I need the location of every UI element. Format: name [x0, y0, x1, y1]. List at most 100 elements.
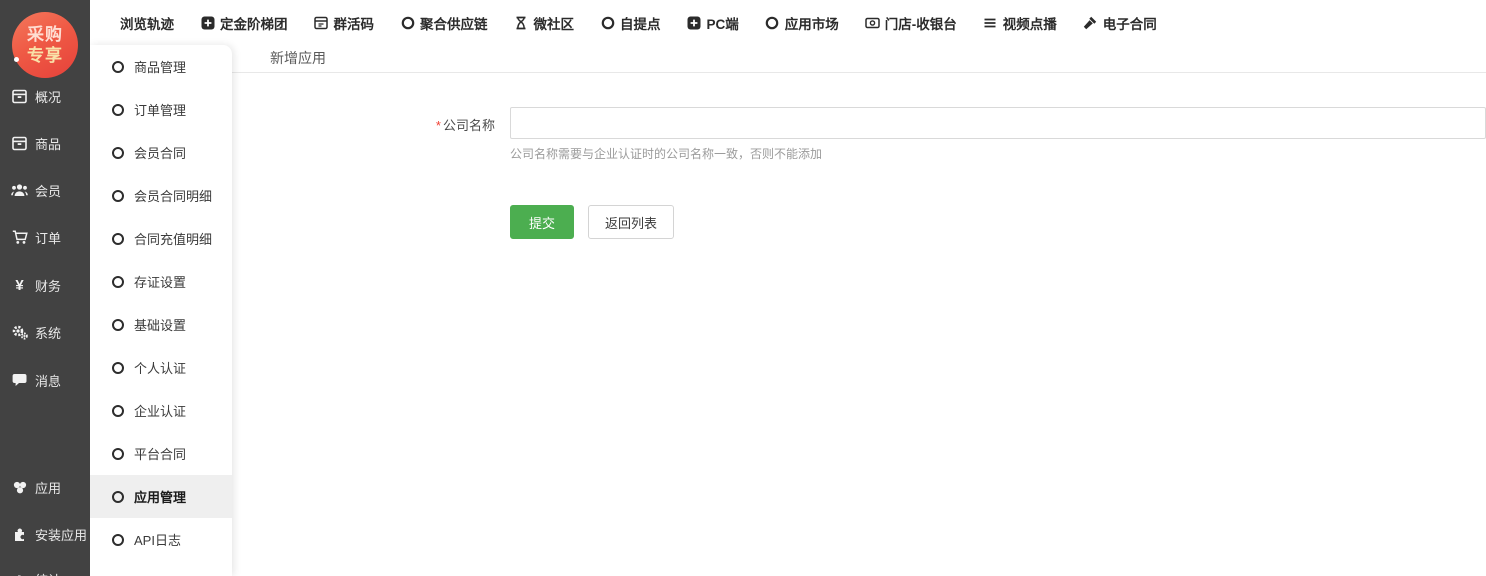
nav-item-label: 应用市场 — [785, 13, 839, 33]
logo-text-line1: 采购 — [27, 24, 63, 45]
radio-circle-icon — [112, 147, 124, 159]
nav-item-label: 视频点播 — [1003, 13, 1057, 33]
submenu-item-label: 订单管理 — [134, 100, 186, 119]
form-actions: 提交 返回列表 — [510, 205, 1486, 239]
submenu-item-api-log[interactable]: API日志 — [90, 518, 232, 561]
main-content: 新增应用 *公司名称 公司名称需要与企业认证时的公司名称一致，否则不能添加 提交… — [232, 45, 1486, 576]
sidebar-item-label: 应用 — [35, 478, 61, 497]
sidebar-item-messages[interactable]: 消息 — [0, 369, 90, 391]
company-name-label: *公司名称 — [232, 107, 495, 162]
sidebar-item-label: 商品 — [35, 134, 61, 153]
submenu-item-basic-settings[interactable]: 基础设置 — [90, 303, 232, 346]
nav-item-label: 自提点 — [620, 13, 661, 33]
submit-button[interactable]: 提交 — [510, 205, 574, 239]
nav-item-store-cashier[interactable]: 门店-收银台 — [865, 13, 957, 33]
submenu-item-personal-auth[interactable]: 个人认证 — [90, 346, 232, 389]
nav-item-micro-community[interactable]: 微社区 — [514, 13, 575, 33]
gavel-icon — [1083, 16, 1098, 30]
radio-circle-icon — [112, 61, 124, 73]
sidebar-item-label: 安装应用 — [35, 525, 87, 544]
nav-item-label: PC端 — [707, 13, 739, 33]
radio-circle-icon — [112, 319, 124, 331]
nav-item-app-market[interactable]: 应用市场 — [765, 13, 839, 33]
submenu-item-label: 会员合同 — [134, 143, 186, 162]
nav-item-video-on-demand[interactable]: 视频点播 — [983, 13, 1057, 33]
nav-item-pickup-point[interactable]: 自提点 — [600, 13, 661, 33]
required-asterisk: * — [436, 118, 441, 133]
submenu-item-label: 商品管理 — [134, 57, 186, 76]
box-icon — [11, 88, 28, 104]
puzzle-icon — [11, 526, 28, 542]
nav-item-label: 定金阶梯团 — [220, 13, 288, 33]
nav-item-label: 门店-收银台 — [885, 13, 957, 33]
window-icon — [314, 16, 329, 30]
nav-item-group-qr[interactable]: 群活码 — [314, 13, 375, 33]
sidebar-item-label: 会员 — [35, 181, 61, 200]
sidebar-item-statistics[interactable]: 统计 — [0, 568, 90, 576]
submenu-item-label: 个人认证 — [134, 358, 186, 377]
radio-circle-icon — [112, 233, 124, 245]
nav-item-label: 聚合供应链 — [420, 13, 488, 33]
submenu-item-member-contract-detail[interactable]: 会员合同明细 — [90, 174, 232, 217]
company-name-input[interactable] — [510, 107, 1486, 139]
circle-icon — [400, 16, 415, 30]
nav-item-deposit-ladder-group[interactable]: 定金阶梯团 — [200, 13, 288, 33]
cart-icon — [11, 229, 28, 245]
hourglass-icon — [514, 16, 529, 30]
radio-circle-icon — [112, 491, 124, 503]
radio-circle-icon — [112, 190, 124, 202]
sidebar-item-label: 消息 — [35, 371, 61, 390]
submenu-item-evidence-settings[interactable]: 存证设置 — [90, 260, 232, 303]
primary-sidebar: 采购 专享 概况 商品 会员 订单 — [0, 0, 90, 576]
radio-circle-icon — [112, 534, 124, 546]
store-logo: 采购 专享 — [12, 12, 78, 78]
chat-icon — [11, 372, 28, 388]
nav-item-supply-chain[interactable]: 聚合供应链 — [400, 13, 488, 33]
submenu-item-label: 平台合同 — [134, 444, 186, 463]
nav-item-browse-track[interactable]: 浏览轨迹 — [120, 13, 174, 33]
nav-item-e-contract[interactable]: 电子合同 — [1083, 13, 1157, 33]
sidebar-item-install-apps[interactable]: 安装应用 — [0, 523, 90, 545]
logo-text-line2: 专享 — [27, 45, 63, 66]
submenu-item-contract-recharge-detail[interactable]: 合同充值明细 — [90, 217, 232, 260]
radio-circle-icon — [112, 276, 124, 288]
submenu-item-label: 应用管理 — [134, 487, 186, 506]
stats-icon — [11, 571, 28, 576]
sidebar-item-label: 财务 — [35, 276, 61, 295]
plus-square-icon — [687, 16, 702, 30]
back-to-list-button[interactable]: 返回列表 — [588, 205, 674, 239]
company-name-field-wrap: 公司名称需要与企业认证时的公司名称一致，否则不能添加 — [510, 107, 1486, 162]
submenu-item-member-contract[interactable]: 会员合同 — [90, 131, 232, 174]
sidebar-item-apps[interactable]: 应用 — [0, 476, 90, 498]
submenu-item-label: 会员合同明细 — [134, 186, 212, 205]
logo-sparkle — [14, 57, 19, 62]
sidebar-item-system[interactable]: 系统 — [0, 321, 90, 343]
company-name-form-row: *公司名称 公司名称需要与企业认证时的公司名称一致，否则不能添加 — [232, 107, 1486, 162]
app-window: 浏览轨迹 定金阶梯团 群活码 聚合供应链 微社区 — [0, 0, 1486, 576]
submenu-item-enterprise-auth[interactable]: 企业认证 — [90, 389, 232, 432]
gears-icon — [11, 324, 28, 340]
submenu-item-order-management[interactable]: 订单管理 — [90, 88, 232, 131]
submenu-item-goods-management[interactable]: 商品管理 — [90, 45, 232, 88]
submenu-item-label: API日志 — [134, 530, 181, 549]
submenu-item-label: 基础设置 — [134, 315, 186, 334]
submenu-item-platform-contract[interactable]: 平台合同 — [90, 432, 232, 475]
submenu-item-label: 合同充值明细 — [134, 229, 212, 248]
sidebar-item-orders[interactable]: 订单 — [0, 226, 90, 248]
sidebar-item-members[interactable]: 会员 — [0, 179, 90, 201]
submenu-item-label: 企业认证 — [134, 401, 186, 420]
radio-circle-icon — [112, 104, 124, 116]
submenu-item-app-management[interactable]: 应用管理 — [90, 475, 232, 518]
page-title: 新增应用 — [232, 45, 1486, 73]
sidebar-item-finance[interactable]: ¥ 财务 — [0, 274, 90, 296]
plus-square-icon — [200, 16, 215, 30]
nav-item-pc-portal[interactable]: PC端 — [687, 13, 739, 33]
sidebar-item-goods[interactable]: 商品 — [0, 132, 90, 154]
secondary-sidebar: 商品管理 订单管理 会员合同 会员合同明细 合同充值明细 存证设置 基础设置 — [90, 45, 232, 576]
sidebar-item-overview[interactable]: 概况 — [0, 85, 90, 107]
radio-circle-icon — [112, 405, 124, 417]
sidebar-item-label: 订单 — [35, 228, 61, 247]
yen-icon: ¥ — [11, 277, 28, 293]
circle-icon — [765, 16, 780, 30]
submenu-item-label: 存证设置 — [134, 272, 186, 291]
